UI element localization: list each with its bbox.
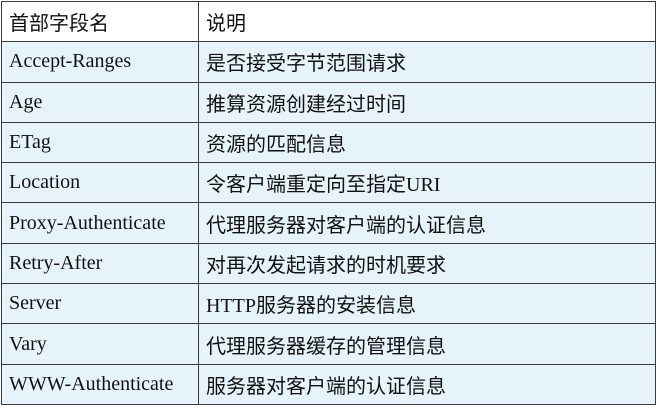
table-row: WWW-Authenticate 服务器对客户端的认证信息 — [1, 363, 656, 405]
description-cell: 令客户端重定向至指定URI — [198, 162, 656, 204]
table-header-row: 首部字段名 说明 — [1, 0, 656, 43]
description-cell: 代理服务器缓存的管理信息 — [198, 323, 656, 365]
description-cell: HTTP服务器的安装信息 — [198, 283, 656, 325]
field-name-cell: Server — [1, 283, 199, 325]
response-header-fields-table: 首部字段名 说明 Accept-Ranges 是否接受字节范围请求 Age 推算… — [1, 0, 656, 405]
column-header-field-name: 首部字段名 — [1, 0, 199, 43]
table-row: Accept-Ranges 是否接受字节范围请求 — [1, 41, 656, 83]
column-header-description: 说明 — [198, 0, 656, 43]
table-row: Server HTTP服务器的安装信息 — [1, 283, 656, 325]
description-cell: 代理服务器对客户端的认证信息 — [198, 202, 656, 244]
description-cell: 推算资源创建经过时间 — [198, 81, 656, 123]
field-name-cell: WWW-Authenticate — [1, 363, 199, 405]
table-row: Retry-After 对再次发起请求的时机要求 — [1, 242, 656, 285]
table-row: Vary 代理服务器缓存的管理信息 — [1, 323, 656, 365]
description-cell: 资源的匹配信息 — [198, 121, 656, 164]
field-name-cell: Accept-Ranges — [1, 41, 199, 83]
table-row: Location 令客户端重定向至指定URI — [1, 162, 656, 204]
field-name-cell: Proxy-Authenticate — [1, 202, 199, 244]
field-name-cell: Age — [1, 81, 199, 123]
field-name-cell: Retry-After — [1, 242, 199, 285]
table-row: Proxy-Authenticate 代理服务器对客户端的认证信息 — [1, 202, 656, 244]
field-name-cell: Location — [1, 162, 199, 204]
description-cell: 是否接受字节范围请求 — [198, 41, 656, 83]
table-row: ETag 资源的匹配信息 — [1, 121, 656, 164]
table-row: Age 推算资源创建经过时间 — [1, 81, 656, 123]
field-name-cell: ETag — [1, 121, 199, 164]
description-cell: 对再次发起请求的时机要求 — [198, 242, 656, 285]
field-name-cell: Vary — [1, 323, 199, 365]
description-cell: 服务器对客户端的认证信息 — [198, 363, 656, 405]
